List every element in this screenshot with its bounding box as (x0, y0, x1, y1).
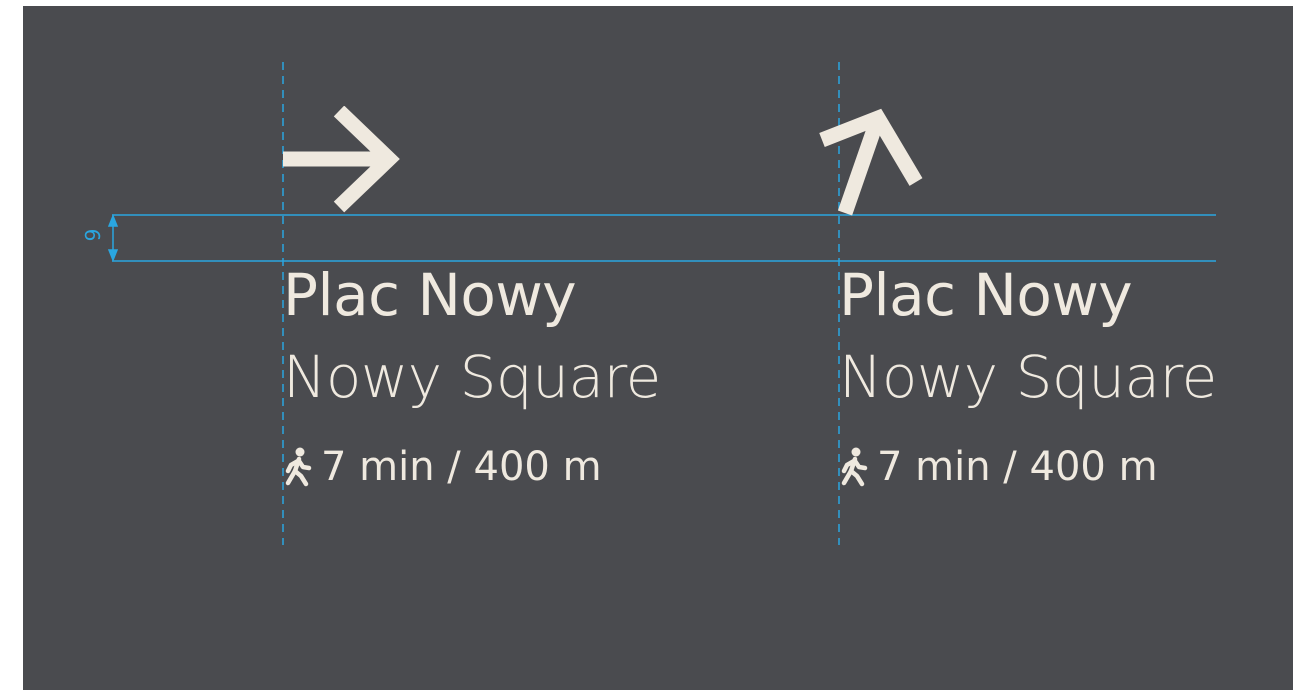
pedestrian-icon (285, 447, 312, 487)
walk-info: 7 min / 400 m (283, 444, 602, 490)
destination-title: Plac Nowy (839, 261, 1133, 329)
dimension-arrow (107, 213, 119, 263)
destination-title: Plac Nowy (283, 261, 577, 329)
walk-time-distance: 7 min / 400 m (877, 444, 1158, 490)
pedestrian-icon (841, 447, 868, 487)
arrow-right-icon (283, 106, 400, 213)
destination-subtitle: Nowy Square (283, 343, 661, 411)
arrow-up-right-icon (819, 108, 923, 216)
dimension-label: 9 (81, 228, 105, 242)
destination-subtitle: Nowy Square (839, 343, 1217, 411)
walk-time-distance: 7 min / 400 m (321, 444, 602, 490)
walk-info: 7 min / 400 m (839, 444, 1158, 490)
